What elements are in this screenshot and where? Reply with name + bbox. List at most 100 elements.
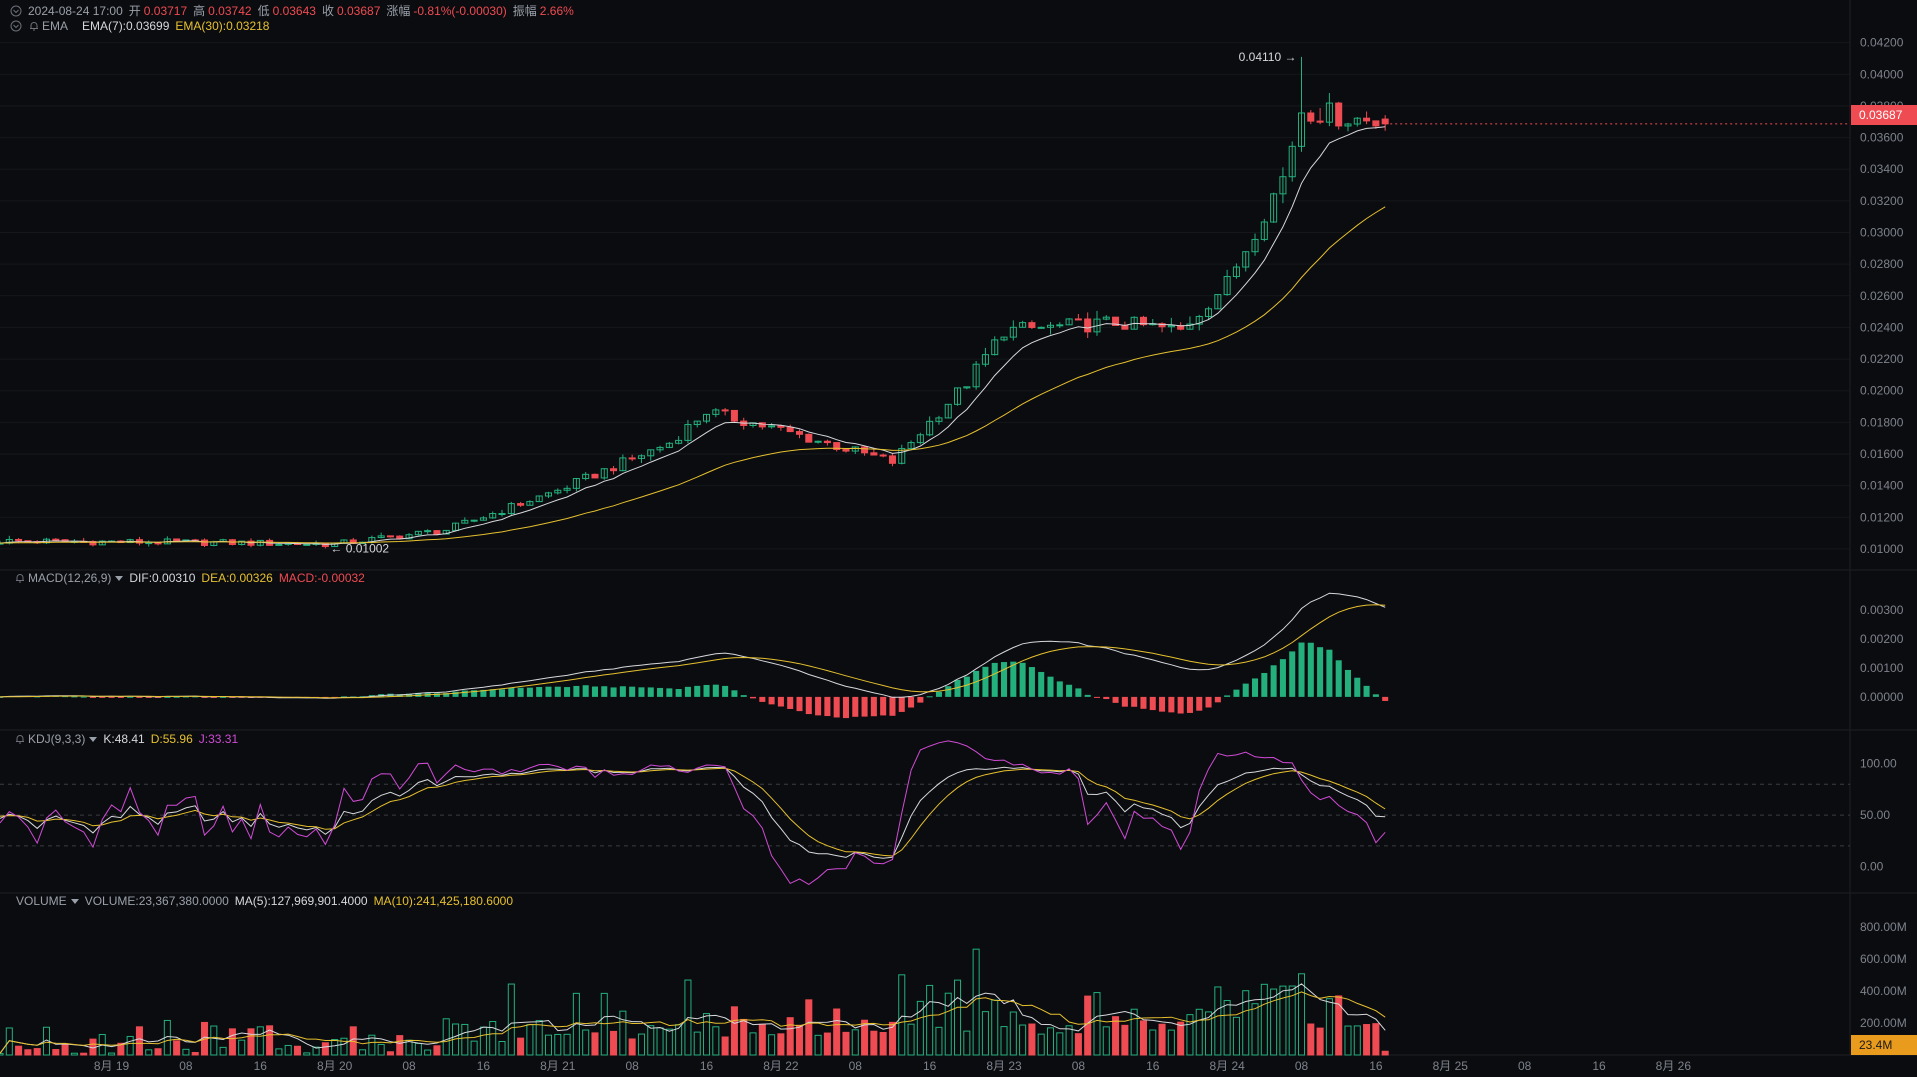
volume-bar bbox=[591, 1032, 599, 1056]
macd-bar bbox=[1363, 685, 1370, 697]
candle-body bbox=[1363, 117, 1371, 122]
low-label: 低 bbox=[257, 4, 270, 18]
macd-bar bbox=[1112, 696, 1119, 703]
macd-bar bbox=[554, 686, 561, 697]
volume-bar bbox=[173, 1040, 181, 1056]
collapse-icon[interactable] bbox=[10, 20, 22, 32]
trading-chart[interactable]: 0.04110 →← 0.01002 0.042000.040000.03800… bbox=[0, 0, 1917, 1077]
volume-bar bbox=[1186, 1014, 1194, 1056]
macd-bar bbox=[573, 685, 580, 697]
candle-body bbox=[470, 519, 478, 522]
candle-body bbox=[433, 530, 441, 535]
candle-body bbox=[786, 426, 794, 433]
close-value: 0.03687 bbox=[336, 3, 381, 18]
ema30-line bbox=[0, 206, 1386, 544]
bell-icon[interactable] bbox=[14, 733, 26, 745]
low-value: 0.03643 bbox=[272, 3, 316, 18]
x-tick-label: 08 bbox=[179, 1059, 193, 1073]
macd-bar bbox=[1066, 684, 1073, 697]
volume-bar bbox=[1279, 985, 1287, 1056]
volume-bar bbox=[851, 1029, 859, 1056]
change-value: -0.81%(-0.00030) bbox=[413, 3, 507, 18]
macd-bar bbox=[926, 696, 933, 698]
chevron-down-icon[interactable] bbox=[70, 898, 79, 904]
macd-bar bbox=[601, 686, 608, 697]
volume-bar bbox=[507, 983, 515, 1056]
y-tick-label: 0.01200 bbox=[1860, 510, 1904, 524]
volume-bar bbox=[1270, 988, 1278, 1056]
x-tick-label: 8月 26 bbox=[1656, 1059, 1692, 1073]
candle-body bbox=[1028, 322, 1036, 328]
macd-bar bbox=[657, 687, 664, 697]
collapse-icon[interactable] bbox=[10, 5, 22, 17]
x-tick-label: 8月 23 bbox=[986, 1059, 1022, 1073]
macd-bar bbox=[1186, 696, 1193, 713]
kdj-pane bbox=[0, 740, 1850, 885]
chevron-down-icon[interactable] bbox=[115, 575, 124, 581]
y-tick-label: 0.01600 bbox=[1860, 447, 1904, 461]
macd-bar bbox=[1335, 660, 1342, 697]
volume-bar bbox=[256, 1026, 264, 1056]
macd-bar bbox=[1084, 694, 1091, 697]
macd-bar bbox=[842, 696, 850, 719]
volume-bar bbox=[805, 999, 813, 1056]
candle-body bbox=[861, 446, 869, 454]
volume-bar bbox=[1381, 1050, 1389, 1056]
macd-bar bbox=[768, 696, 775, 705]
last-volume-tag: 23.4M bbox=[1851, 1035, 1917, 1055]
macd-bar bbox=[582, 685, 589, 697]
macd-bar bbox=[1019, 662, 1026, 697]
volume-bar bbox=[554, 1033, 562, 1056]
candle-body bbox=[823, 440, 831, 444]
volume-bar bbox=[647, 1025, 655, 1056]
macd-bar bbox=[629, 686, 636, 697]
candle-body bbox=[498, 513, 506, 515]
y-tick-label: 0.01800 bbox=[1860, 415, 1904, 429]
candle-body bbox=[52, 538, 60, 541]
macd-bar bbox=[991, 662, 998, 697]
macd-bar bbox=[173, 696, 180, 698]
macd-bar bbox=[982, 666, 989, 697]
bell-icon[interactable] bbox=[14, 572, 26, 584]
macd-bar bbox=[461, 690, 468, 697]
x-tick-label: 08 bbox=[1072, 1059, 1086, 1073]
j-value: J:33.31 bbox=[198, 732, 239, 746]
macd-bar bbox=[89, 696, 96, 698]
volume-bar bbox=[712, 1026, 720, 1056]
volume-bar bbox=[517, 1037, 525, 1056]
macd-bar bbox=[1000, 662, 1008, 697]
macd-bar bbox=[1056, 681, 1063, 697]
volume-bar bbox=[926, 984, 934, 1056]
bell-icon[interactable] bbox=[28, 20, 40, 32]
candle-body bbox=[1335, 102, 1343, 127]
x-tick-label: 16 bbox=[1592, 1059, 1606, 1073]
volume-bar bbox=[703, 1013, 711, 1056]
volume-bar bbox=[1372, 1023, 1380, 1056]
open-label: 开 bbox=[128, 4, 141, 18]
macd-bar bbox=[861, 696, 868, 717]
x-tick-label: 16 bbox=[923, 1059, 937, 1073]
volume-bar bbox=[145, 1049, 153, 1056]
macd-bar bbox=[1205, 696, 1212, 708]
volume-bar bbox=[154, 1048, 162, 1056]
volume-bar bbox=[126, 1035, 134, 1056]
d-value: D:55.96 bbox=[150, 732, 193, 746]
y-tick-label: 600.00M bbox=[1860, 952, 1907, 966]
y-tick-label: 50.00 bbox=[1860, 808, 1890, 822]
volume-bar bbox=[1000, 1026, 1008, 1056]
volume-bar bbox=[219, 1046, 227, 1056]
candle-body bbox=[1372, 120, 1380, 127]
candle-body bbox=[1074, 318, 1082, 321]
high-label: 高 bbox=[193, 4, 206, 18]
y-tick-label: 0.03400 bbox=[1860, 162, 1904, 176]
macd-bar bbox=[1261, 672, 1268, 697]
macd-pane bbox=[0, 592, 1389, 719]
macd-bar bbox=[591, 686, 598, 697]
volume-bar bbox=[1139, 1020, 1147, 1056]
y-tick-label: 0.00000 bbox=[1860, 690, 1904, 704]
x-tick-label: 08 bbox=[849, 1059, 863, 1073]
macd-bar bbox=[610, 687, 617, 697]
volume-bar bbox=[1149, 1029, 1157, 1056]
chevron-down-icon[interactable] bbox=[89, 736, 98, 742]
volume-bar bbox=[414, 1042, 422, 1056]
